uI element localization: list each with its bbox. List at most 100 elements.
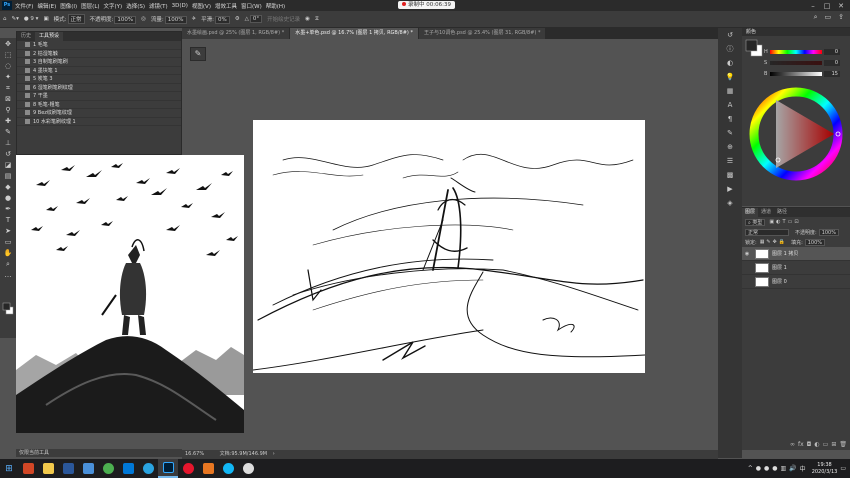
shape-tool-icon[interactable]: ▭ — [2, 237, 14, 247]
crop-tool-icon[interactable]: ⌗ — [2, 83, 14, 93]
menu-window[interactable]: 窗口(W) — [241, 2, 262, 10]
list-item[interactable]: 5 炭笔 3 — [17, 75, 181, 84]
healing-tool-icon[interactable]: ✚ — [2, 116, 14, 126]
taskbar-app-word-icon[interactable] — [58, 459, 78, 478]
layer-row[interactable]: 图层 0 — [742, 275, 850, 289]
brush-preset-picker[interactable]: ● 9 ▾ — [24, 16, 39, 22]
menu-view[interactable]: 视图(V) — [192, 2, 211, 10]
menu-3d[interactable]: 3D(D) — [172, 3, 188, 9]
list-item[interactable]: 10 水彩笔刷纹理 1 — [17, 118, 181, 126]
tray-app-icon[interactable]: ● — [772, 465, 777, 472]
smooth-settings-icon[interactable]: ⚙ — [235, 16, 240, 22]
pressure-opacity-icon[interactable]: ◎ — [141, 16, 146, 22]
menu-edit[interactable]: 编辑(E) — [37, 2, 56, 10]
link-layers-icon[interactable]: ∞ — [790, 441, 795, 450]
history-brush-tool-icon[interactable]: ↺ — [2, 149, 14, 159]
new-layer-icon[interactable]: ⊞ — [831, 441, 836, 450]
filter-shape-icon[interactable]: ▭ — [788, 219, 793, 225]
frame-tool-icon[interactable]: ⊠ — [2, 94, 14, 104]
gradient-tool-icon[interactable]: ▤ — [2, 171, 14, 181]
opacity-input[interactable]: 100% — [114, 15, 137, 24]
menu-help[interactable]: 帮助(H) — [266, 2, 285, 10]
blur-tool-icon[interactable]: ◆ — [2, 182, 14, 192]
taskbar-app-mail-icon[interactable] — [118, 459, 138, 478]
menu-plugins[interactable]: 增效工具 — [215, 2, 237, 10]
trash-icon[interactable]: 🗑 — [839, 441, 847, 450]
recording-indicator[interactable]: 录制中 00:06:39 — [398, 1, 455, 9]
symmetry-icon[interactable]: ⧖ — [315, 16, 319, 23]
tab-history[interactable]: 历史 — [17, 32, 35, 41]
taskbar-app-ppt-icon[interactable] — [18, 459, 38, 478]
smooth-input[interactable]: 0% — [214, 15, 230, 24]
fg-bg-swatch-icon[interactable] — [745, 39, 763, 57]
filter-smart-icon[interactable]: ⊡ — [794, 219, 798, 225]
add-mask-icon[interactable]: ◘ — [807, 441, 812, 450]
adjustment-layer-icon[interactable]: ◐ — [814, 441, 819, 450]
brightness-slider[interactable] — [770, 72, 822, 76]
minimize-icon[interactable]: – — [806, 2, 820, 10]
layer-filter-select[interactable]: ⌕ 类型 — [745, 218, 766, 226]
layer-row[interactable]: 图层 1 — [742, 261, 850, 275]
tab-channels[interactable]: 通道 — [758, 208, 774, 217]
tray-app-icon[interactable]: ● — [764, 465, 769, 472]
taskbar-app-qq-icon[interactable] — [218, 459, 238, 478]
adjustments-icon[interactable]: ◐ — [718, 56, 742, 70]
brightness-value[interactable]: 15 — [824, 71, 840, 77]
layer-row[interactable]: ◉ 图层 1 拷贝 — [742, 247, 850, 261]
hand-tool-icon[interactable]: ✋ — [2, 248, 14, 258]
paragraph-icon[interactable]: ¶ — [718, 112, 742, 126]
tray-chevron-icon[interactable]: ^ — [748, 465, 753, 472]
chevron-right-icon[interactable]: › — [273, 451, 275, 457]
list-item[interactable]: 2 枯湿笔触 — [17, 50, 181, 58]
brush-settings-icon[interactable]: ▣ — [43, 16, 48, 22]
info-icon[interactable]: ⓘ — [718, 42, 742, 56]
layer-fill-input[interactable]: 100% — [804, 238, 826, 246]
taskbar-app-browser-icon[interactable] — [138, 459, 158, 478]
taskbar-app-recorder-icon[interactable] — [198, 459, 218, 478]
dodge-tool-icon[interactable]: ● — [2, 193, 14, 203]
home-icon[interactable]: ⌂ — [3, 16, 7, 22]
document-tab[interactable]: 王子与10调色.psd @ 25.4% (图层 31, RGB/8#) * — [418, 28, 546, 39]
history-hint[interactable]: 开始绘史记录 — [267, 15, 300, 23]
history-icon[interactable]: ↺ — [718, 28, 742, 42]
saturation-value[interactable]: 0 — [824, 60, 840, 66]
stamp-tool-icon[interactable]: ⊥ — [2, 138, 14, 148]
layer-style-icon[interactable]: fx — [798, 441, 804, 450]
brush-tool-icon[interactable]: ✎ — [2, 127, 14, 137]
move-tool-icon[interactable]: ✥ — [2, 39, 14, 49]
clone-source-icon[interactable]: ⊕ — [718, 140, 742, 154]
libraries-icon[interactable]: ▦ — [718, 84, 742, 98]
search-icon[interactable]: ⌕ — [814, 13, 818, 22]
more-tools-icon[interactable]: … — [2, 270, 14, 280]
close-icon[interactable]: ✕ — [834, 2, 848, 10]
lock-image-icon[interactable]: ✎ — [766, 239, 770, 245]
taskbar-app-file-explorer-icon[interactable] — [38, 459, 58, 478]
path-select-tool-icon[interactable]: ➤ — [2, 226, 14, 236]
document-tab-active[interactable]: 水墨+单色.psd @ 16.7% (图层 1 拷贝, RGB/8#) * — [290, 28, 418, 39]
styles-icon[interactable]: ◈ — [718, 196, 742, 210]
mode-select[interactable]: 正常 — [67, 14, 85, 24]
foreground-background-color-icon[interactable] — [2, 302, 14, 316]
brush-settings-icon[interactable]: ✎ — [718, 126, 742, 140]
drawing-canvas[interactable] — [253, 120, 645, 373]
new-group-icon[interactable]: ▭ — [823, 441, 829, 450]
list-item[interactable]: 3 自制笔刷笔刷 — [17, 58, 181, 67]
flow-input[interactable]: 100% — [164, 15, 187, 24]
layer-opacity-input[interactable]: 100% — [818, 228, 839, 236]
taskbar-app-edge-icon[interactable] — [238, 459, 258, 478]
list-item[interactable]: 1 毛笔 — [17, 41, 181, 50]
notifications-icon[interactable]: ▭ — [840, 465, 846, 472]
windows-start-icon[interactable]: ⊞ — [0, 464, 18, 474]
taskbar-app-chrome-icon[interactable] — [98, 459, 118, 478]
filter-type-icon[interactable]: T — [783, 219, 786, 225]
properties-icon[interactable]: ☰ — [718, 154, 742, 168]
list-item[interactable]: 6 湿笔刷笔刷纹理 — [17, 84, 181, 92]
taskbar-app-photoshop-icon[interactable] — [158, 459, 178, 478]
saturation-slider[interactable] — [770, 61, 822, 65]
marquee-tool-icon[interactable]: ⬚ — [2, 50, 14, 60]
taskbar-app-weibo-icon[interactable] — [178, 459, 198, 478]
tray-app-icon[interactable]: ● — [756, 465, 761, 472]
clock[interactable]: 19:38 2020/3/13 — [812, 462, 838, 476]
list-item[interactable]: 8 毛笔-粗笔 — [17, 101, 181, 109]
lasso-tool-icon[interactable]: ◌ — [2, 61, 14, 71]
